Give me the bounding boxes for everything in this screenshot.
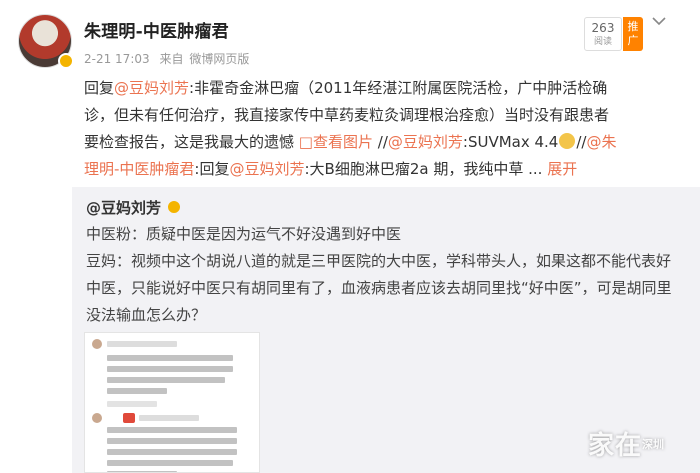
view-image-label: 查看图片 bbox=[312, 133, 373, 151]
post-content: 回复@豆妈刘芳:非霍奇金淋巴瘤（2011年经湛江附属医院活检，广中肿活检确诊，但… bbox=[84, 75, 619, 183]
post-meta: 2-21 17:03 来自 微博网页版 bbox=[84, 50, 255, 67]
verified-badge-icon bbox=[166, 199, 182, 215]
image-text-line bbox=[107, 341, 177, 347]
view-image-link[interactable]: □查看图片 bbox=[299, 133, 373, 151]
verified-badge-icon bbox=[58, 53, 74, 69]
read-count-box: 263 阅读 bbox=[584, 17, 622, 51]
image-text-line bbox=[107, 460, 233, 466]
content-text: 回复 bbox=[84, 79, 115, 97]
weibo-post: 朱理明-中医肿瘤君 2-21 17:03 来自 微博网页版 263 阅读 推广 … bbox=[0, 0, 700, 473]
read-label: 阅读 bbox=[593, 37, 612, 47]
image-text-line bbox=[107, 449, 237, 455]
image-avatar bbox=[92, 413, 102, 423]
post-source[interactable]: 微博网页版 bbox=[189, 52, 249, 66]
promote-button[interactable]: 推广 bbox=[623, 17, 643, 51]
source-prefix: 来自 bbox=[159, 52, 184, 66]
author-name[interactable]: 朱理明-中医肿瘤君 bbox=[84, 17, 229, 42]
repost-line: 豆妈：视频中这个胡说八道的就是三甲医院的大中医，学科带头人，如果这都不能代表好中… bbox=[86, 252, 672, 324]
image-text-line bbox=[107, 355, 233, 361]
chevron-down-icon[interactable] bbox=[651, 14, 667, 28]
mention-link[interactable]: @豆妈刘芳 bbox=[114, 79, 189, 97]
image-icon: □ bbox=[298, 133, 313, 151]
repost-text: 中医粉：质疑中医是因为运气不好没遇到好中医 豆妈：视频中这个胡说八道的就是三甲医… bbox=[86, 221, 682, 329]
content-text: // bbox=[373, 133, 388, 151]
image-badge bbox=[123, 413, 135, 423]
image-text-line bbox=[107, 377, 225, 383]
content-text: :SUVMax 4.4 bbox=[462, 133, 559, 151]
mention-link[interactable]: @豆妈刘芳 bbox=[388, 133, 463, 151]
expand-link[interactable]: 展开 bbox=[547, 160, 577, 178]
repost-author[interactable]: @豆妈刘芳 bbox=[86, 197, 161, 218]
read-count: 263 bbox=[591, 21, 615, 35]
repost-line: 中医粉：质疑中医是因为运气不好没遇到好中医 bbox=[86, 225, 402, 243]
repost-image-thumbnail[interactable] bbox=[84, 332, 260, 473]
content-text: // bbox=[576, 133, 587, 151]
watermark-text: 家在 bbox=[588, 431, 643, 461]
watermark-sub: 深圳 bbox=[642, 438, 665, 451]
image-text-line bbox=[107, 438, 237, 444]
content-text: :回复 bbox=[194, 160, 230, 178]
image-avatar bbox=[92, 339, 102, 349]
mention-link[interactable]: @豆妈刘芳 bbox=[229, 160, 304, 178]
site-watermark: 家在深圳 bbox=[588, 425, 664, 462]
image-text-line bbox=[139, 415, 199, 421]
emoji-icon bbox=[559, 133, 576, 149]
post-time[interactable]: 2-21 17:03 bbox=[84, 52, 150, 66]
image-text-line bbox=[107, 401, 157, 407]
image-text-line bbox=[107, 427, 237, 433]
image-text-line bbox=[107, 388, 167, 394]
content-text: :大B细胞淋巴瘤2a 期，我纯中草 ... bbox=[304, 160, 543, 178]
image-text-line bbox=[107, 366, 233, 372]
